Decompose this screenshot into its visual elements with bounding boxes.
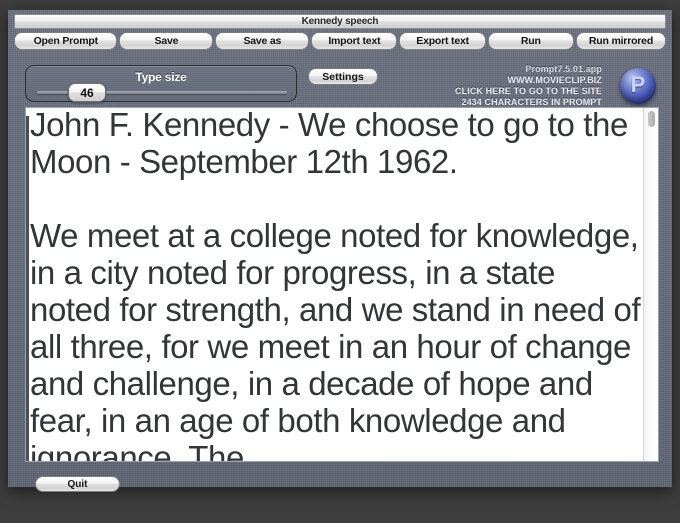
run-mirrored-button[interactable]: Run mirrored	[575, 32, 667, 50]
prompt-text-editor[interactable]: John F. Kennedy - We choose to go to the…	[25, 107, 659, 462]
type-size-label: Type size	[135, 70, 187, 84]
editor-scrollbar-thumb[interactable]	[648, 111, 655, 127]
site-cta-label[interactable]: CLICK HERE TO GO TO THE SITE	[455, 86, 602, 96]
save-button[interactable]: Save	[119, 32, 214, 50]
save-as-button[interactable]: Save as	[215, 32, 310, 50]
app-version-label: Prompt7.5.01.app	[525, 64, 602, 74]
settings-button[interactable]: Settings	[308, 68, 378, 85]
open-prompt-button[interactable]: Open Prompt	[14, 32, 118, 50]
window-title: Kennedy speech	[301, 15, 379, 27]
run-button[interactable]: Run	[487, 32, 574, 50]
text-caret	[26, 116, 29, 461]
editor-scrollbar[interactable]	[643, 108, 658, 461]
application-window: Kennedy speech Open Prompt Save Save as …	[8, 10, 672, 492]
export-text-button[interactable]: Export text	[399, 32, 486, 50]
prompt-text-content[interactable]: John F. Kennedy - We choose to go to the…	[30, 108, 644, 461]
quit-button[interactable]: Quit	[35, 476, 120, 492]
prompt-logo-icon[interactable]: P	[620, 68, 656, 104]
app-root: Kennedy speech Open Prompt Save Save as …	[0, 0, 680, 523]
import-text-button[interactable]: Import text	[311, 32, 398, 50]
window-titlebar: Kennedy speech	[14, 14, 666, 29]
branding-info[interactable]: Prompt7.5.01.app WWW.MOVIECLIP.BIZ CLICK…	[455, 64, 602, 108]
prompt-logo-letter: P	[630, 72, 646, 97]
type-size-slider-group[interactable]: Type size 46	[25, 65, 297, 102]
type-size-slider-thumb[interactable]: 46	[68, 83, 106, 102]
character-count-label: 2434 CHARACTERS IN PROMPT	[461, 97, 602, 107]
toolbar: Open Prompt Save Save as Import text Exp…	[14, 32, 667, 50]
website-label[interactable]: WWW.MOVIECLIP.BIZ	[455, 75, 602, 85]
